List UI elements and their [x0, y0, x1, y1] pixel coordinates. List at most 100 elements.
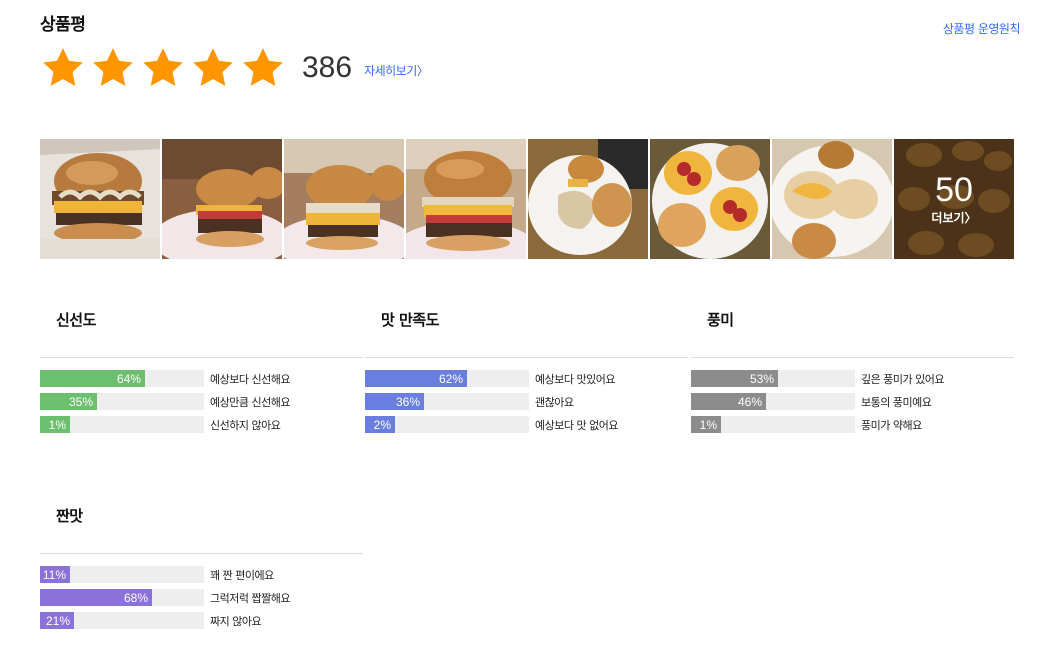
bar-percent: 62% — [438, 371, 463, 386]
chevron-right-icon: 〉 — [964, 210, 977, 225]
bar-fill: 21% — [40, 612, 74, 629]
bar-fill: 1% — [40, 416, 70, 433]
survey-option: 36% 괜찮아요 — [365, 393, 574, 410]
bar-percent: 36% — [395, 394, 420, 409]
more-photos-button[interactable]: 50 더보기〉 — [894, 139, 1014, 259]
star-icon — [193, 48, 233, 86]
bar-percent: 64% — [116, 371, 141, 386]
bar-track: 46% — [691, 393, 855, 410]
bar-label: 예상보다 맛 없어요 — [535, 418, 618, 432]
review-photo[interactable] — [406, 139, 526, 259]
bar-track: 64% — [40, 370, 204, 387]
survey-title: 짠맛 — [56, 507, 83, 525]
bar-percent: 46% — [737, 394, 762, 409]
survey-title: 맛 만족도 — [381, 311, 439, 329]
bar-fill: 68% — [40, 589, 152, 606]
bar-label: 꽤 짠 편이에요 — [210, 568, 274, 582]
bar-percent: 21% — [45, 613, 70, 628]
section-title: 상품평 — [40, 15, 86, 35]
bar-percent: 1% — [699, 417, 717, 432]
bar-fill: 46% — [691, 393, 766, 410]
review-policy-link[interactable]: 상품평 운영원칙 — [943, 20, 1021, 37]
bar-label: 신선하지 않아요 — [210, 418, 281, 432]
bar-percent: 53% — [749, 371, 774, 386]
survey-option: 11% 꽤 짠 편이에요 — [40, 566, 274, 583]
bar-track: 35% — [40, 393, 204, 410]
bar-track: 21% — [40, 612, 204, 629]
survey-option: 35% 예상만큼 신선해요 — [40, 393, 290, 410]
star-icon — [143, 48, 183, 86]
photo-burger-open — [528, 139, 648, 259]
bar-track: 2% — [365, 416, 529, 433]
bar-label: 그럭저럭 짭짤해요 — [210, 591, 290, 605]
divider — [40, 553, 363, 554]
review-photo-gallery: 50 더보기〉 — [40, 139, 1014, 259]
bar-label: 예상보다 맛있어요 — [535, 372, 615, 386]
star-rating — [40, 45, 286, 91]
review-photo[interactable] — [162, 139, 282, 259]
survey-option: 53% 깊은 풍미가 있어요 — [691, 370, 944, 387]
survey-option: 1% 풍미가 약해요 — [691, 416, 922, 433]
bar-track: 68% — [40, 589, 204, 606]
review-photo[interactable] — [284, 139, 404, 259]
bar-percent: 68% — [123, 590, 148, 605]
bar-percent: 1% — [48, 417, 66, 432]
photo-burger-open — [650, 139, 770, 259]
star-icon — [43, 48, 83, 86]
bar-percent: 35% — [68, 394, 93, 409]
bar-label: 짜지 않아요 — [210, 614, 262, 628]
photo-burger-plate — [406, 139, 526, 259]
survey-option: 64% 예상보다 신선해요 — [40, 370, 290, 387]
bar-fill: 35% — [40, 393, 97, 410]
bar-track: 1% — [691, 416, 855, 433]
divider — [691, 357, 1014, 358]
bar-label: 깊은 풍미가 있어요 — [861, 372, 944, 386]
bar-fill: 36% — [365, 393, 424, 410]
detail-link[interactable]: 자세히보기〉 — [364, 58, 429, 79]
detail-link-label: 자세히보기 — [364, 63, 417, 78]
bar-label: 괜찮아요 — [535, 395, 574, 409]
survey-title: 풍미 — [707, 311, 734, 329]
bar-fill: 1% — [691, 416, 721, 433]
survey-option: 62% 예상보다 맛있어요 — [365, 370, 615, 387]
review-photo[interactable] — [650, 139, 770, 259]
photo-burger-plate — [284, 139, 404, 259]
survey-title: 신선도 — [56, 311, 96, 329]
divider — [40, 357, 363, 358]
review-photo[interactable] — [40, 139, 160, 259]
bar-percent: 2% — [373, 417, 391, 432]
review-photo[interactable] — [528, 139, 648, 259]
divider — [365, 357, 688, 358]
review-count: 386 — [302, 51, 353, 84]
survey-option: 46% 보통의 풍미예요 — [691, 393, 932, 410]
bar-label: 보통의 풍미예요 — [861, 395, 932, 409]
more-photos-overlay: 50 더보기〉 — [894, 139, 1014, 259]
survey-option: 1% 신선하지 않아요 — [40, 416, 281, 433]
bar-label: 예상만큼 신선해요 — [210, 395, 290, 409]
star-icon — [243, 48, 283, 86]
bar-fill: 11% — [40, 566, 70, 583]
more-photos-text: 더보기 — [931, 210, 965, 225]
bar-track: 62% — [365, 370, 529, 387]
bar-track: 1% — [40, 416, 204, 433]
chevron-right-icon: 〉 — [416, 63, 429, 78]
survey-option: 21% 짜지 않아요 — [40, 612, 262, 629]
bar-track: 11% — [40, 566, 204, 583]
survey-option: 68% 그럭저럭 짭짤해요 — [40, 589, 290, 606]
bar-track: 53% — [691, 370, 855, 387]
bar-fill: 2% — [365, 416, 395, 433]
photo-burger-wrapper — [40, 139, 160, 259]
star-icon — [93, 48, 133, 86]
bar-fill: 62% — [365, 370, 467, 387]
more-photos-label: 더보기〉 — [931, 209, 976, 226]
rating-summary: 386 자세히보기〉 — [40, 44, 429, 92]
survey-option: 2% 예상보다 맛 없어요 — [365, 416, 618, 433]
bar-label: 풍미가 약해요 — [861, 418, 922, 432]
more-photos-count: 50 — [935, 170, 973, 209]
bar-fill: 53% — [691, 370, 778, 387]
bar-percent: 11% — [42, 567, 66, 582]
photo-burger-open — [772, 139, 892, 259]
bar-fill: 64% — [40, 370, 145, 387]
photo-burger-plate — [162, 139, 282, 259]
review-photo[interactable] — [772, 139, 892, 259]
